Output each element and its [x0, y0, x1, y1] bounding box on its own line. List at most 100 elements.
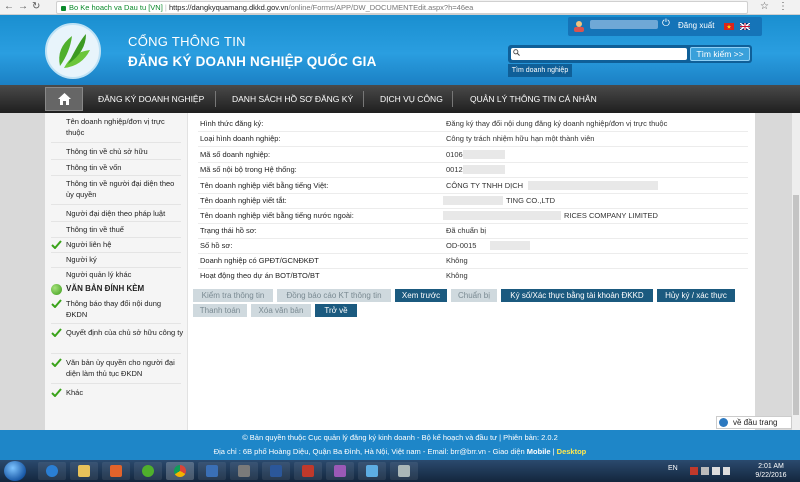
- home-icon: [58, 93, 71, 105]
- power-icon[interactable]: ⏻: [662, 18, 670, 29]
- divider: [51, 159, 181, 160]
- menu-icon[interactable]: ⋮: [778, 1, 788, 13]
- divider: [51, 221, 181, 222]
- app-icon: [206, 465, 218, 477]
- chuan-bi-button[interactable]: Chuẩn bị: [451, 289, 497, 302]
- detail-value: Đã chuẩn bị: [446, 226, 487, 235]
- taskbar-app[interactable]: [294, 462, 322, 480]
- nav-quan-ly-thong-tin[interactable]: QUẢN LÝ THÔNG TIN CÁ NHÂN: [470, 85, 597, 113]
- app-icon: [398, 465, 410, 477]
- taskbar-app[interactable]: [326, 462, 354, 480]
- search-box: Tìm kiếm >>: [508, 45, 752, 63]
- taskbar-explorer[interactable]: [70, 462, 98, 480]
- nav-separator: [452, 91, 453, 107]
- footer-separator: |: [552, 447, 555, 456]
- home-button[interactable]: [45, 87, 83, 111]
- detail-label: Tên doanh nghiệp viết bằng tiếng nước ng…: [200, 211, 354, 220]
- windows-start-button[interactable]: [4, 461, 26, 481]
- language-indicator[interactable]: EN: [668, 465, 678, 472]
- system-clock[interactable]: 2:01 AM 9/22/2016: [745, 462, 797, 480]
- sidebar-item-label: Thông tin về thuế: [66, 225, 124, 234]
- detail-row: Tên doanh nghiệp viết bằng tiếng Việt: C…: [198, 180, 748, 193]
- url-domain: https://dangkyquamang.dkkd.gov.vn: [168, 3, 289, 12]
- clock-date: 9/22/2016: [755, 472, 787, 479]
- detail-value: RICES COMPANY LIMITED: [564, 211, 658, 220]
- page-scrollbar[interactable]: [792, 113, 800, 430]
- detail-label: Tên doanh nghiệp viết bằng tiếng Việt:: [200, 181, 329, 190]
- detail-row: Hoạt động theo dự án BOT/BTO/BT Không: [198, 270, 748, 283]
- nav-dang-ky-doanh-nghiep[interactable]: ĐĂNG KÝ DOANH NGHIỆP: [98, 85, 204, 113]
- site-footer: © Bản quyền thuộc Cục quản lý đăng ký ki…: [0, 430, 800, 460]
- detail-label: Số hồ sơ:: [200, 241, 233, 250]
- bullet-icon: [51, 284, 62, 295]
- back-arrow-icon[interactable]: ←: [4, 1, 14, 13]
- search-input[interactable]: [511, 48, 687, 60]
- detail-row: Số hồ sơ: OD-0015: [198, 240, 748, 253]
- kiem-tra-thong-tin-button[interactable]: Kiểm tra thông tin: [193, 289, 273, 302]
- detail-value: 0012: [446, 165, 463, 174]
- search-button[interactable]: Tìm kiếm >>: [690, 47, 750, 61]
- detail-value: Không: [446, 256, 468, 265]
- main-nav: ĐĂNG KÝ DOANH NGHIỆP DANH SÁCH HỒ SƠ ĐĂN…: [0, 85, 800, 113]
- attachment-item-label: Văn bản ủy quyền cho người đại diện làm …: [66, 358, 175, 378]
- mobile-view-link[interactable]: Mobile: [527, 447, 551, 456]
- back-to-top-label: về đầu trang: [733, 418, 778, 427]
- taskbar-app[interactable]: [390, 462, 418, 480]
- detail-label: Hoạt động theo dự án BOT/BTO/BT: [200, 271, 320, 280]
- dong-bao-cao-button[interactable]: Đồng báo cáo KT thông tin: [277, 289, 391, 302]
- search-hint-tab[interactable]: Tìm doanh nghiệp: [508, 64, 572, 77]
- detail-label: Loại hình doanh nghiệp:: [200, 134, 281, 143]
- detail-label: Mã số doanh nghiệp:: [200, 150, 271, 159]
- tro-ve-button[interactable]: Trở về: [315, 304, 357, 317]
- huy-ky-button[interactable]: Hủy ký / xác thực: [657, 289, 735, 302]
- sidebar-item-label: Thông tin về chủ sở hữu: [66, 147, 148, 156]
- uk-flag-icon[interactable]: [740, 23, 750, 30]
- nav-danh-sach-ho-so[interactable]: DANH SÁCH HỒ SƠ ĐĂNG KÝ: [232, 85, 353, 113]
- star-icon[interactable]: ☆: [760, 1, 769, 13]
- scrollbar-thumb[interactable]: [793, 195, 799, 415]
- taskbar-app[interactable]: [358, 462, 386, 480]
- vietnam-flag-icon[interactable]: [724, 23, 734, 30]
- attachments-heading: VĂN BẢN ĐÍNH KÈM: [51, 284, 181, 296]
- taskbar-app[interactable]: [230, 462, 258, 480]
- desktop-view-link[interactable]: Desktop: [557, 447, 587, 456]
- app-icon: [302, 465, 314, 477]
- main-content: Tên doanh nghiệp/đơn vị trực thuộc Thông…: [45, 113, 755, 430]
- os-taskbar: EN 2:01 AM 9/22/2016: [0, 460, 800, 482]
- ky-so-button[interactable]: Ký số/Xác thực bằng tài khoản ĐKKD: [501, 289, 653, 302]
- taskbar-chrome[interactable]: [166, 462, 194, 480]
- taskbar-ie[interactable]: [38, 462, 66, 480]
- detail-row: Mã số doanh nghiệp: 0106: [198, 149, 748, 162]
- back-to-top-button[interactable]: về đầu trang: [716, 416, 792, 429]
- redacted-value: [443, 211, 561, 220]
- taskbar-media[interactable]: [102, 462, 130, 480]
- forward-arrow-icon[interactable]: →: [18, 1, 28, 13]
- redacted-value: [528, 181, 658, 190]
- detail-label: Doanh nghiệp có GPĐT/GCNĐKĐT: [200, 256, 319, 265]
- row-divider: [198, 223, 748, 224]
- divider: [51, 237, 181, 238]
- detail-value: CÔNG TY TNHH DỊCH: [446, 181, 524, 190]
- detail-row: Loại hình doanh nghiệp: Công ty trách nh…: [198, 133, 748, 146]
- logout-link[interactable]: Đăng xuất: [678, 21, 714, 30]
- thanh-toan-button[interactable]: Thanh toán: [193, 304, 247, 317]
- sidebar-item-label: Tên doanh nghiệp/đơn vị trực thuộc: [66, 117, 165, 137]
- row-divider: [198, 193, 748, 194]
- system-tray-icons[interactable]: [690, 466, 730, 476]
- username[interactable]: [590, 20, 658, 29]
- reload-icon[interactable]: ↻: [32, 1, 40, 13]
- taskbar-app-green[interactable]: [134, 462, 162, 480]
- browser-address-bar: ← → ↻ Bo Ke hoach va Dau tu [VN] | https…: [0, 0, 800, 15]
- nav-dich-vu-cong[interactable]: DỊCH VỤ CÔNG: [380, 85, 443, 113]
- taskbar-word[interactable]: [262, 462, 290, 480]
- xem-truoc-button[interactable]: Xem trước: [395, 289, 447, 302]
- nav-separator: [363, 91, 364, 107]
- url-field[interactable]: Bo Ke hoach va Dau tu [VN] | https://dan…: [56, 1, 748, 14]
- detail-row: Mã số nội bộ trong Hệ thống: 0012: [198, 164, 748, 177]
- nav-separator: [215, 91, 216, 107]
- row-divider: [198, 177, 748, 178]
- row-divider: [198, 146, 748, 147]
- redacted-value: [463, 165, 505, 174]
- taskbar-app[interactable]: [198, 462, 226, 480]
- xoa-van-ban-button[interactable]: Xóa văn bản: [251, 304, 311, 317]
